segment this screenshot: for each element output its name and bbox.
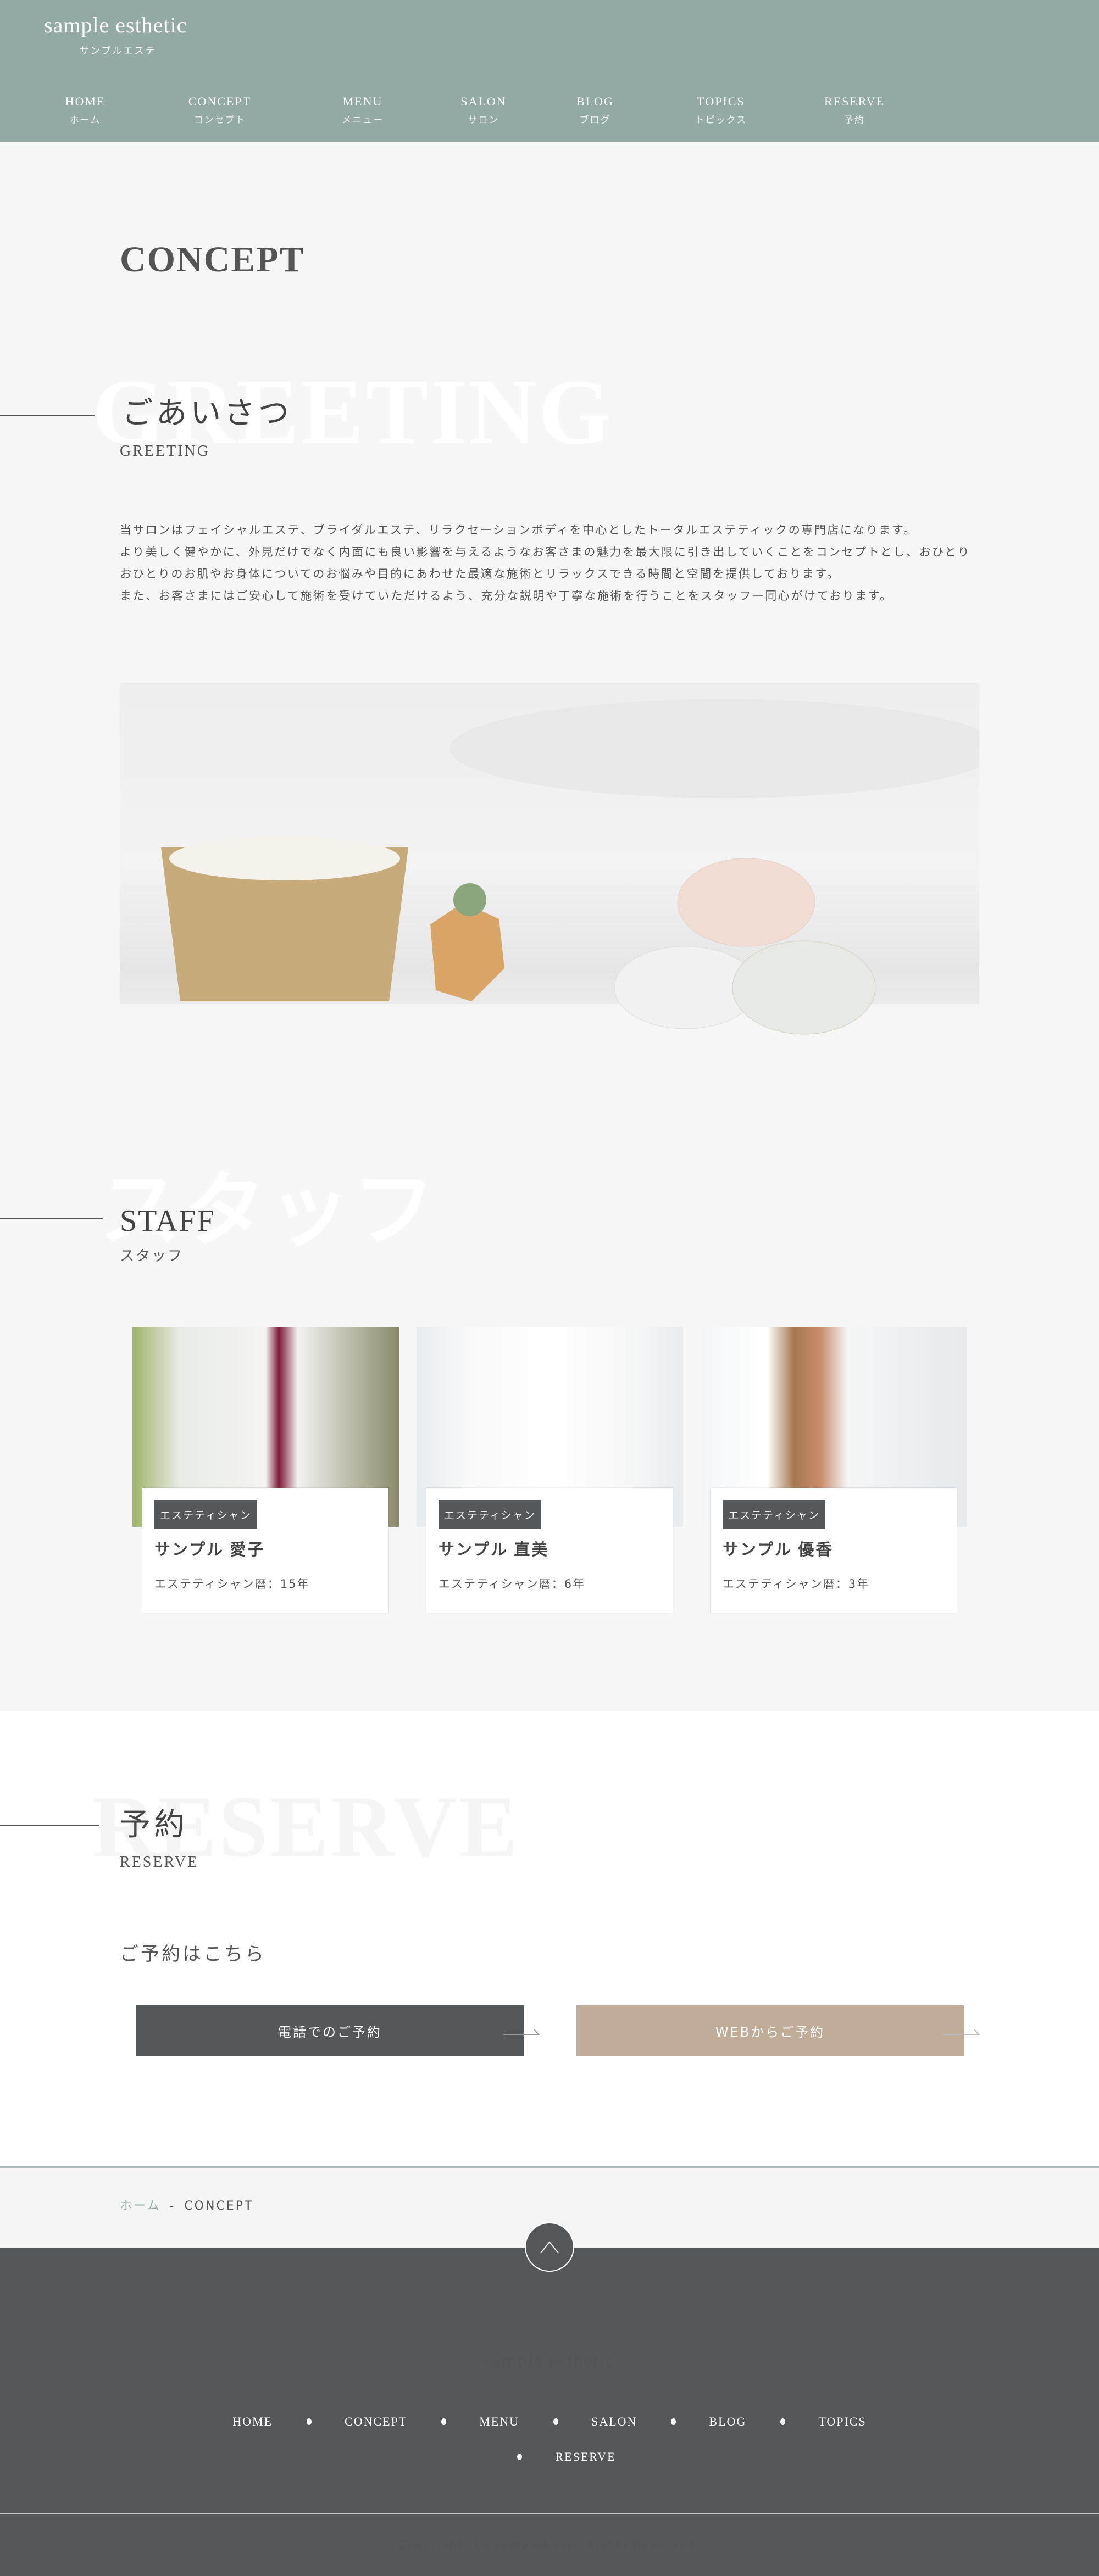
nav-sublabel: トピックス <box>695 115 747 125</box>
footer-nav-label: CONCEPT <box>345 2415 408 2428</box>
greeting-paragraph: また、お客さまにはご安心して施術を受けていただけるよう、充分な説明や丁寧な施術を… <box>120 589 893 603</box>
chevron-up-icon <box>540 2241 559 2254</box>
greeting-subtitle: GREETING <box>120 443 210 460</box>
reserve-subtitle: RESERVE <box>120 1854 199 1871</box>
nav-label: MENU <box>342 94 383 108</box>
reserve-title: 予約 <box>120 1808 188 1842</box>
staff-name: サンプル 優香 <box>723 1541 834 1559</box>
nav-label: CONCEPT <box>188 94 252 108</box>
staff-career: エステティシャン暦：15年 <box>154 1577 310 1591</box>
footer-nav-reserve[interactable]: RESERVE <box>483 2450 615 2464</box>
greeting-image <box>120 683 979 1090</box>
footer-nav-label: TOPICS <box>818 2415 867 2428</box>
staff-line <box>0 1218 103 1219</box>
nav-sublabel: メニュー <box>342 115 384 125</box>
nav-label: BLOG <box>576 94 614 108</box>
arrow-right-icon <box>503 2029 540 2035</box>
nav-sublabel: ホーム <box>69 115 101 125</box>
staff-card: エステティシャン サンプル 直美 エステティシャン暦：6年 <box>426 1488 673 1613</box>
greeting-paragraph: 当サロンはフェイシャルエステ、ブライダルエステ、リラクセーションボディを中心とし… <box>120 523 917 537</box>
staff-role-badge: エステティシャン <box>154 1500 257 1529</box>
breadcrumb-separator: - <box>169 2199 176 2213</box>
phone-reserve-button[interactable]: 電話でのご予約 <box>136 2005 524 2056</box>
footer-nav-home[interactable]: HOME <box>232 2415 273 2429</box>
footer-nav-label: BLOG <box>709 2415 747 2428</box>
breadcrumb-home[interactable]: ホーム <box>120 2199 160 2213</box>
arrow-right-icon <box>943 2029 980 2035</box>
copyright: Copyright (C) sample64 All Rights Reserv… <box>398 2539 701 2551</box>
staff-name: サンプル 直美 <box>439 1541 550 1559</box>
page-title: CONCEPT <box>120 239 305 280</box>
reserve-lead: ご予約はこちら <box>120 1943 266 1965</box>
dot-separator <box>307 2418 312 2425</box>
greeting-paragraph: より美しく健やかに、外見だけでなく内面にも良い影響を与えるようなお客さまの魅力を… <box>120 545 971 581</box>
staff-name: サンプル 愛子 <box>154 1541 265 1559</box>
footer-nav-menu[interactable]: MENU <box>407 2415 519 2429</box>
web-reserve-button[interactable]: WEBからご予約 <box>576 2005 964 2056</box>
nav-sublabel: 予約 <box>844 115 865 125</box>
nav-salon[interactable]: SALON サロン <box>429 94 539 126</box>
nav-label: RESERVE <box>824 94 885 108</box>
breadcrumb: ホーム - CONCEPT <box>120 2196 253 2213</box>
footer-nav-label: HOME <box>232 2415 273 2428</box>
staff-role-badge: エステティシャン <box>723 1500 825 1529</box>
breadcrumb-current: CONCEPT <box>184 2199 254 2213</box>
nav-topics[interactable]: TOPICS トピックス <box>666 94 776 126</box>
footer-logo[interactable]: sample esthetic <box>0 2351 1099 2372</box>
nav-reserve[interactable]: RESERVE 予約 <box>800 94 909 126</box>
dot-separator <box>441 2418 447 2425</box>
footer-nav-label: SALON <box>591 2415 637 2428</box>
phone-reserve-label: 電話でのご予約 <box>278 2025 382 2040</box>
nav-concept[interactable]: CONCEPT コンセプト <box>165 94 275 126</box>
staff-card: エステティシャン サンプル 愛子 エステティシャン暦：15年 <box>142 1488 388 1613</box>
greeting-title: ごあいさつ <box>122 397 292 431</box>
nav-sublabel: サロン <box>468 115 499 125</box>
staff-card: エステティシャン サンプル 優香 エステティシャン暦：3年 <box>711 1488 957 1613</box>
footer-divider <box>0 2513 1099 2514</box>
dot-separator <box>517 2454 523 2460</box>
staff-career: エステティシャン暦：3年 <box>723 1577 870 1591</box>
footer-nav-label: RESERVE <box>555 2450 616 2463</box>
staff-subtitle: スタッフ <box>120 1248 184 1264</box>
staff-role-badge: エステティシャン <box>439 1500 541 1529</box>
dot-separator <box>671 2418 676 2425</box>
nav-label: TOPICS <box>697 94 745 108</box>
site-header: sample esthetic サンプルエステ HOME ホーム CONCEPT コ… <box>0 0 1099 142</box>
reserve-line <box>0 1825 99 1826</box>
nav-home[interactable]: HOME ホーム <box>30 94 140 126</box>
dot-separator <box>780 2418 786 2425</box>
site-footer <box>0 2248 1099 2576</box>
footer-nav-blog[interactable]: BLOG <box>637 2415 746 2429</box>
staff-title: STAFF <box>120 1204 215 1238</box>
nav-label: HOME <box>65 94 106 108</box>
greeting-line <box>0 415 95 416</box>
greeting-text: 当サロンはフェイシャルエステ、ブライダルエステ、リラクセーションボディを中心とし… <box>120 519 983 607</box>
web-reserve-label: WEBからご予約 <box>715 2025 825 2040</box>
back-to-top-button[interactable] <box>525 2222 574 2272</box>
footer-nav-topics[interactable]: TOPICS <box>746 2415 866 2429</box>
nav-sublabel: ブログ <box>579 115 611 125</box>
nav-menu[interactable]: MENU メニュー <box>308 94 418 126</box>
site-logo[interactable]: sample esthetic <box>44 12 187 38</box>
towels-basket-photo <box>120 699 979 1090</box>
footer-nav-concept[interactable]: CONCEPT <box>273 2415 407 2429</box>
site-logo-sub: サンプルエステ <box>80 46 157 57</box>
footer-nav-salon[interactable]: SALON <box>519 2415 637 2429</box>
nav-blog[interactable]: BLOG ブログ <box>540 94 650 126</box>
nav-sublabel: コンセプト <box>193 115 246 125</box>
nav-label: SALON <box>460 94 507 108</box>
footer-nav-label: MENU <box>479 2415 520 2428</box>
footer-nav: HOME CONCEPT MENU SALON BLOG TOPICS RESE… <box>181 2415 918 2464</box>
dot-separator <box>553 2418 559 2425</box>
staff-career: エステティシャン暦：6年 <box>439 1577 586 1591</box>
